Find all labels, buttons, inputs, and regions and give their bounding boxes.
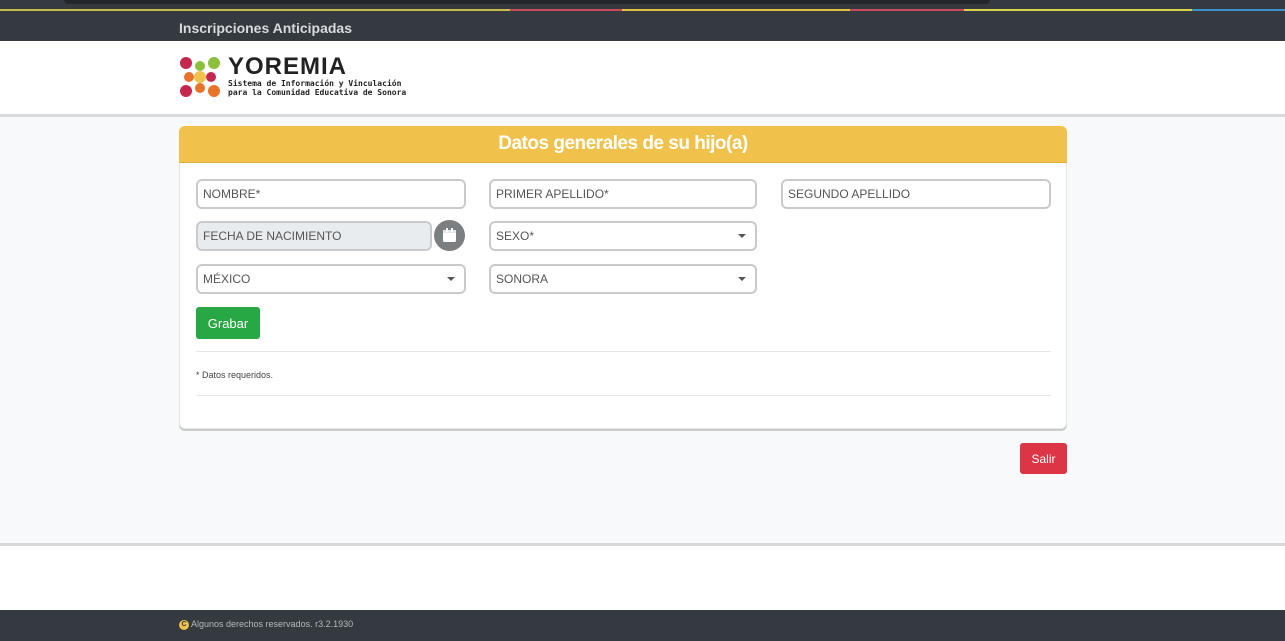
form-heading: Datos generales de su hijo(a) xyxy=(498,133,748,154)
primer-apellido-input[interactable]: PRIMER APELLIDO* xyxy=(489,179,757,209)
divider xyxy=(196,395,1051,396)
estado-value: SONORA xyxy=(496,272,549,286)
copyright-icon: C xyxy=(179,620,189,630)
fecha-nacimiento-input[interactable]: FECHA DE NACIMIENTO xyxy=(196,221,432,251)
save-button[interactable]: Grabar xyxy=(196,307,260,339)
caret-down-icon xyxy=(738,277,746,281)
divider-bottom xyxy=(0,543,1285,546)
divider xyxy=(196,351,1051,352)
color-stripe xyxy=(0,9,1285,11)
segundo-apellido-placeholder: SEGUNDO APELLIDO xyxy=(788,187,911,201)
nombre-input[interactable]: NOMBRE* xyxy=(196,179,466,209)
required-note: * Datos requeridos. xyxy=(196,370,274,380)
caret-down-icon xyxy=(738,234,746,238)
exit-button[interactable]: Salir xyxy=(1020,443,1067,474)
top-navbar: Inscripciones Anticipadas xyxy=(0,0,1285,41)
sexo-select[interactable]: SEXO* xyxy=(489,221,757,251)
logo-subtitle-line-2: para la Comunidad Educativa de Sonora xyxy=(228,88,407,97)
logo-name: YOREMIA xyxy=(228,53,348,80)
card-header: Datos generales de su hijo(a) xyxy=(179,126,1067,163)
form-card: Datos generales de su hijo(a) NOMBRE* PR… xyxy=(179,126,1067,429)
calendar-icon xyxy=(443,228,456,242)
caret-down-icon xyxy=(447,277,455,281)
segundo-apellido-input[interactable]: SEGUNDO APELLIDO xyxy=(781,179,1051,209)
nombre-placeholder: NOMBRE* xyxy=(203,187,261,201)
sexo-value: SEXO* xyxy=(496,229,535,243)
fecha-nacimiento-placeholder: FECHA DE NACIMIENTO xyxy=(203,229,342,243)
footer: C Algunos derechos reservados. r3.2.1930 xyxy=(0,610,1285,641)
yoremia-logo-mark xyxy=(180,57,220,97)
pais-select[interactable]: MÉXICO xyxy=(196,264,466,294)
browser-tab-shadow xyxy=(64,0,990,4)
footer-text: Algunos derechos reservados. r3.2.1930 xyxy=(191,619,354,629)
primer-apellido-placeholder: PRIMER APELLIDO* xyxy=(496,187,609,201)
logo-subtitle: Sistema de Información y Vinculación par… xyxy=(228,79,406,97)
calendar-button[interactable] xyxy=(434,220,465,251)
logo-subtitle-line-1: Sistema de Información y Vinculación xyxy=(228,79,402,88)
app-title: Inscripciones Anticipadas xyxy=(179,20,352,36)
estado-select[interactable]: SONORA xyxy=(489,264,757,294)
logo-header: YOREMIA Sistema de Información y Vincula… xyxy=(0,41,1285,114)
pais-value: MÉXICO xyxy=(203,272,251,286)
